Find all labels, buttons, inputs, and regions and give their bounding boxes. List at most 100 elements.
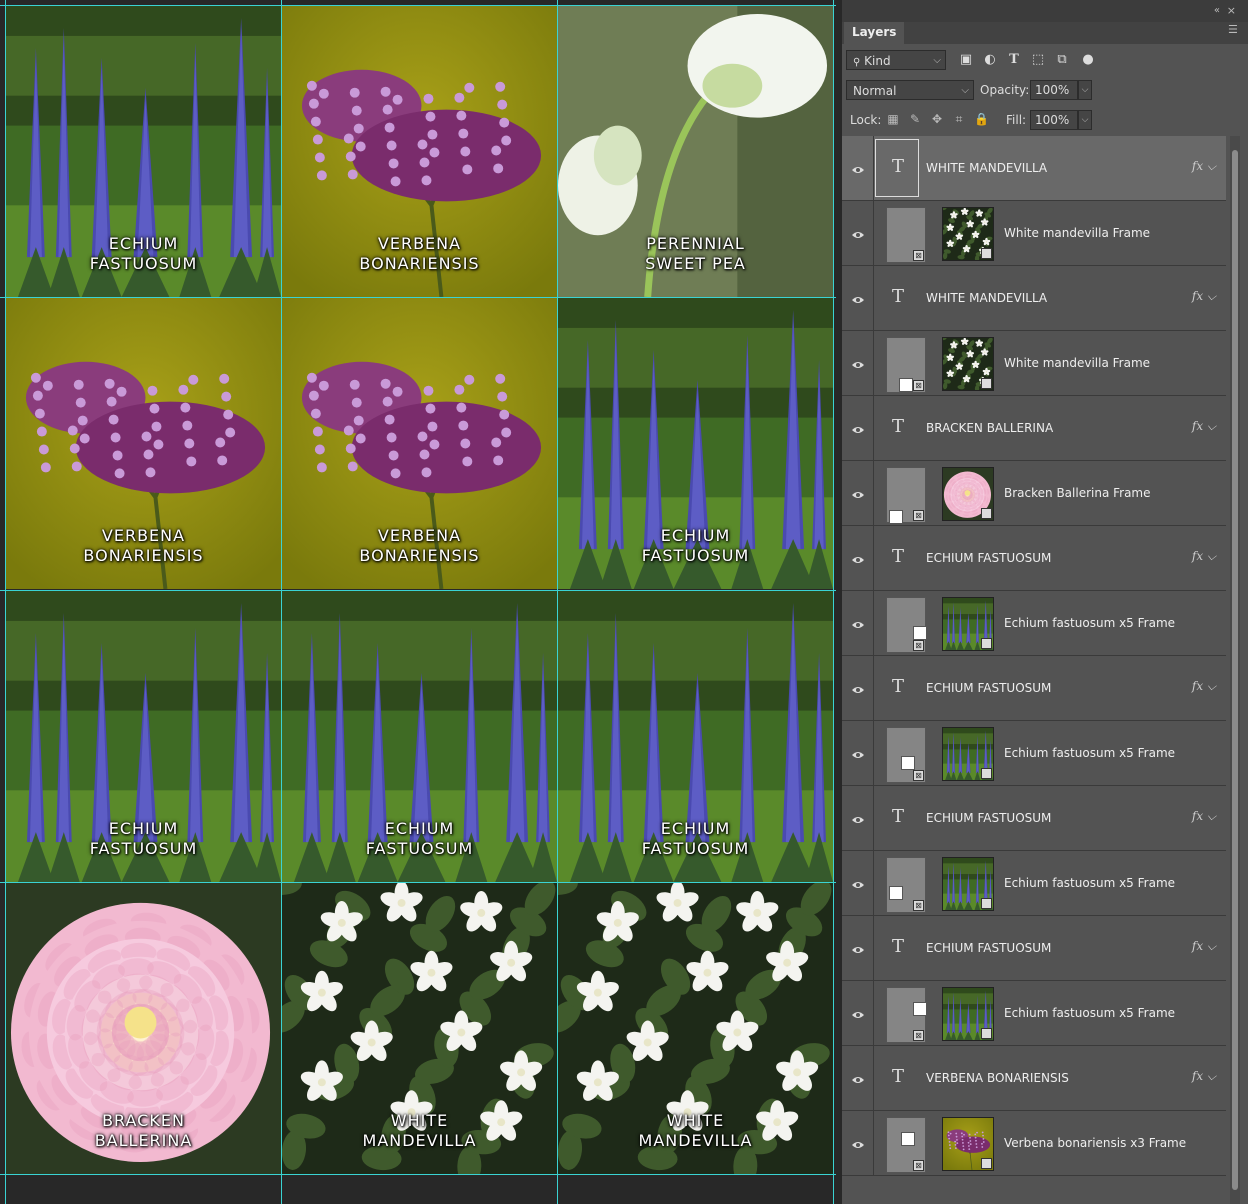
lock-position-icon[interactable]: ✥ <box>930 112 944 126</box>
layer-name[interactable]: Echium fastuosum x5 Frame <box>1004 745 1175 761</box>
frame-mask-thumbnail[interactable]: ⊠ <box>886 1117 926 1173</box>
layer-effects-icon[interactable]: fx ⌵ <box>1192 939 1216 954</box>
guide-vertical[interactable] <box>833 0 834 1204</box>
frame-mask-thumbnail[interactable]: ⊠ <box>886 597 927 653</box>
guide-horizontal[interactable] <box>0 590 836 591</box>
visibility-toggle[interactable] <box>842 396 874 460</box>
frame-mask-thumbnail[interactable]: ⊠ <box>886 337 926 393</box>
visibility-toggle[interactable] <box>842 1111 874 1175</box>
fill-input[interactable]: 100% <box>1030 110 1078 130</box>
layer-row-text[interactable]: T ECHIUM FASTUOSUM fx ⌵ <box>842 786 1226 851</box>
layer-image-thumbnail[interactable] <box>942 467 994 521</box>
layer-image-thumbnail[interactable] <box>942 207 994 261</box>
opacity-chevron-icon[interactable]: ⌵ <box>1078 80 1092 100</box>
document-canvas[interactable]: ECHIUM FASTUOSUM VERBENA BONARIENSIS PERENNI… <box>0 0 836 1204</box>
layer-image-thumbnail[interactable] <box>942 987 994 1041</box>
close-panel-icon[interactable]: × <box>1227 4 1236 17</box>
layers-scrollbar[interactable] <box>1230 136 1240 1204</box>
layer-effects-icon[interactable]: fx ⌵ <box>1192 419 1216 434</box>
frame-mask-thumbnail[interactable]: ⊠ <box>886 467 926 524</box>
layer-row-frame[interactable]: ⊠ Echium fastuosum x5 Frame <box>842 851 1226 916</box>
fill-chevron-icon[interactable]: ⌵ <box>1078 110 1092 130</box>
layer-effects-icon[interactable]: fx ⌵ <box>1192 289 1216 304</box>
layer-effects-icon[interactable]: fx ⌵ <box>1192 679 1216 694</box>
layer-name[interactable]: White mandevilla Frame <box>1004 355 1150 371</box>
scrollbar-thumb[interactable] <box>1232 150 1238 1190</box>
tile-echium-5[interactable]: ECHIUM FASTUOSUM <box>558 591 833 882</box>
type-layer-filter-icon[interactable]: T <box>1006 52 1022 68</box>
tile-echium-4[interactable]: ECHIUM FASTUOSUM <box>282 591 557 882</box>
panel-menu-icon[interactable]: ☰ <box>1228 24 1240 36</box>
tile-mandevilla-1[interactable]: WHITE MANDEVILLA <box>282 883 557 1174</box>
guide-vertical[interactable] <box>557 0 558 1204</box>
tile-bracken[interactable]: BRACKEN BALLERINA <box>6 883 281 1174</box>
guide-horizontal[interactable] <box>0 297 836 298</box>
layer-image-thumbnail[interactable] <box>942 727 994 781</box>
tile-sweetpea[interactable]: PERENNIAL SWEET PEA <box>558 6 833 297</box>
layer-row-frame[interactable]: ⊠ Echium fastuosum x5 Frame <box>842 981 1226 1046</box>
tile-verbena-3[interactable]: VERBENA BONARIENSIS <box>282 298 557 589</box>
blend-mode-dropdown[interactable]: Normal ⌵ <box>846 80 974 100</box>
layer-row-text[interactable]: T ECHIUM FASTUOSUM fx ⌵ <box>842 526 1226 591</box>
layer-name[interactable]: White mandevilla Frame <box>1004 225 1150 241</box>
visibility-toggle[interactable] <box>842 851 874 915</box>
frame-mask-thumbnail[interactable]: ⊠ <box>886 207 926 263</box>
guide-horizontal[interactable] <box>0 882 836 883</box>
layer-image-thumbnail[interactable] <box>942 337 994 391</box>
layer-name[interactable]: Echium fastuosum x5 Frame <box>1004 615 1175 631</box>
guide-vertical[interactable] <box>5 0 6 1204</box>
filter-toggle-icon[interactable]: ● <box>1080 52 1096 68</box>
adjustment-layer-filter-icon[interactable]: ◐ <box>982 52 998 68</box>
visibility-toggle[interactable] <box>842 331 874 395</box>
layer-row-text[interactable]: T VERBENA BONARIENSIS fx ⌵ <box>842 1046 1226 1111</box>
layer-name[interactable]: Echium fastuosum x5 Frame <box>1004 1005 1175 1021</box>
layer-row-text[interactable]: T ECHIUM FASTUOSUM fx ⌵ <box>842 916 1226 981</box>
tile-mandevilla-2[interactable]: WHITE MANDEVILLA <box>558 883 833 1174</box>
layer-name[interactable]: Echium fastuosum x5 Frame <box>1004 875 1175 891</box>
filter-kind-dropdown[interactable]: ⚲ Kind ⌵ <box>846 50 946 70</box>
tile-echium-1[interactable]: ECHIUM FASTUOSUM <box>6 6 281 297</box>
layer-row-frame[interactable]: ⊠ Verbena bonariensis x3 Frame <box>842 1111 1226 1176</box>
layer-row-frame[interactable]: ⊠ White mandevilla Frame <box>842 331 1226 396</box>
layer-name[interactable]: WHITE MANDEVILLA <box>926 160 1047 176</box>
layer-row-frame[interactable]: ⊠ White mandevilla Frame <box>842 201 1226 266</box>
lock-image-pixels-icon[interactable]: ✎ <box>908 112 922 126</box>
layer-row-frame[interactable]: ⊠ Bracken Ballerina Frame <box>842 461 1226 526</box>
opacity-input[interactable]: 100% <box>1030 80 1078 100</box>
guide-horizontal[interactable] <box>0 5 836 6</box>
frame-mask-thumbnail[interactable]: ⊠ <box>886 987 927 1043</box>
layer-name[interactable]: Verbena bonariensis x3 Frame <box>1004 1135 1186 1151</box>
layer-image-thumbnail[interactable] <box>942 597 994 651</box>
visibility-toggle[interactable] <box>842 721 874 785</box>
layer-row-text[interactable]: T BRACKEN BALLERINA fx ⌵ <box>842 396 1226 461</box>
layer-name[interactable]: Bracken Ballerina Frame <box>1004 485 1151 501</box>
layer-name[interactable]: ECHIUM FASTUOSUM <box>926 810 1051 826</box>
layer-name[interactable]: ECHIUM FASTUOSUM <box>926 550 1051 566</box>
smart-object-filter-icon[interactable]: ⧉ <box>1054 52 1070 68</box>
visibility-toggle[interactable] <box>842 981 874 1045</box>
layer-row-text[interactable]: T ECHIUM FASTUOSUM fx ⌵ <box>842 656 1226 721</box>
shape-layer-filter-icon[interactable]: ⬚ <box>1030 52 1046 68</box>
visibility-toggle[interactable] <box>842 786 874 850</box>
layer-row-text[interactable]: T WHITE MANDEVILLA fx ⌵ <box>842 136 1226 201</box>
visibility-toggle[interactable] <box>842 591 874 655</box>
visibility-toggle[interactable] <box>842 916 874 980</box>
layer-image-thumbnail[interactable] <box>942 857 994 911</box>
tile-verbena-1[interactable]: VERBENA BONARIENSIS <box>282 6 557 297</box>
visibility-toggle[interactable] <box>842 656 874 720</box>
tile-echium-2[interactable]: ECHIUM FASTUOSUM <box>558 298 833 589</box>
layer-name[interactable]: ECHIUM FASTUOSUM <box>926 680 1051 696</box>
layer-row-frame[interactable]: ⊠ Echium fastuosum x5 Frame <box>842 721 1226 786</box>
lock-all-icon[interactable]: 🔒 <box>974 112 989 126</box>
layer-name[interactable]: ECHIUM FASTUOSUM <box>926 940 1051 956</box>
collapse-panels-icon[interactable]: « <box>1214 5 1220 16</box>
pixel-layer-filter-icon[interactable]: ▣ <box>958 52 974 68</box>
lock-artboard-icon[interactable]: ⌗ <box>952 112 966 126</box>
layer-row-frame[interactable]: ⊠ Echium fastuosum x5 Frame <box>842 591 1226 656</box>
layer-effects-icon[interactable]: fx ⌵ <box>1192 549 1216 564</box>
frame-mask-thumbnail[interactable]: ⊠ <box>886 727 926 783</box>
tab-layers[interactable]: Layers <box>844 22 905 44</box>
lock-transparency-icon[interactable]: ▦ <box>886 112 900 126</box>
layer-effects-icon[interactable]: fx ⌵ <box>1192 1069 1216 1084</box>
layer-row-text[interactable]: T WHITE MANDEVILLA fx ⌵ <box>842 266 1226 331</box>
